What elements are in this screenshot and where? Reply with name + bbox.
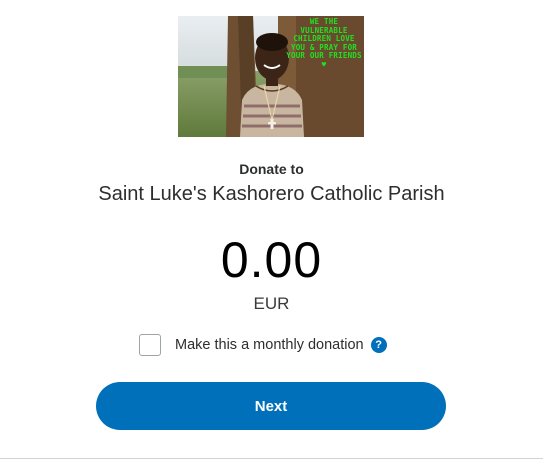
bottom-divider bbox=[0, 458, 543, 459]
donate-to-heading: Donate to bbox=[239, 161, 304, 177]
donation-page: WE THE VULNERABLE CHILDREN LOVE YOU & PR… bbox=[0, 0, 543, 461]
donation-amount[interactable]: 0.00 bbox=[0, 230, 543, 290]
photo-caption: WE THE VULNERABLE CHILDREN LOVE YOU & PR… bbox=[286, 17, 362, 69]
monthly-donation-option: Make this a monthly donation ? bbox=[139, 333, 387, 357]
organization-photo: WE THE VULNERABLE CHILDREN LOVE YOU & PR… bbox=[178, 16, 364, 137]
currency-code: EUR bbox=[253, 294, 290, 313]
organization-name: Saint Luke's Kashorero Catholic Parish bbox=[98, 183, 445, 205]
next-button[interactable]: Next bbox=[96, 382, 446, 430]
help-icon[interactable]: ? bbox=[370, 337, 387, 353]
monthly-donation-checkbox[interactable] bbox=[139, 334, 161, 356]
monthly-donation-label[interactable]: Make this a monthly donation bbox=[175, 337, 364, 353]
